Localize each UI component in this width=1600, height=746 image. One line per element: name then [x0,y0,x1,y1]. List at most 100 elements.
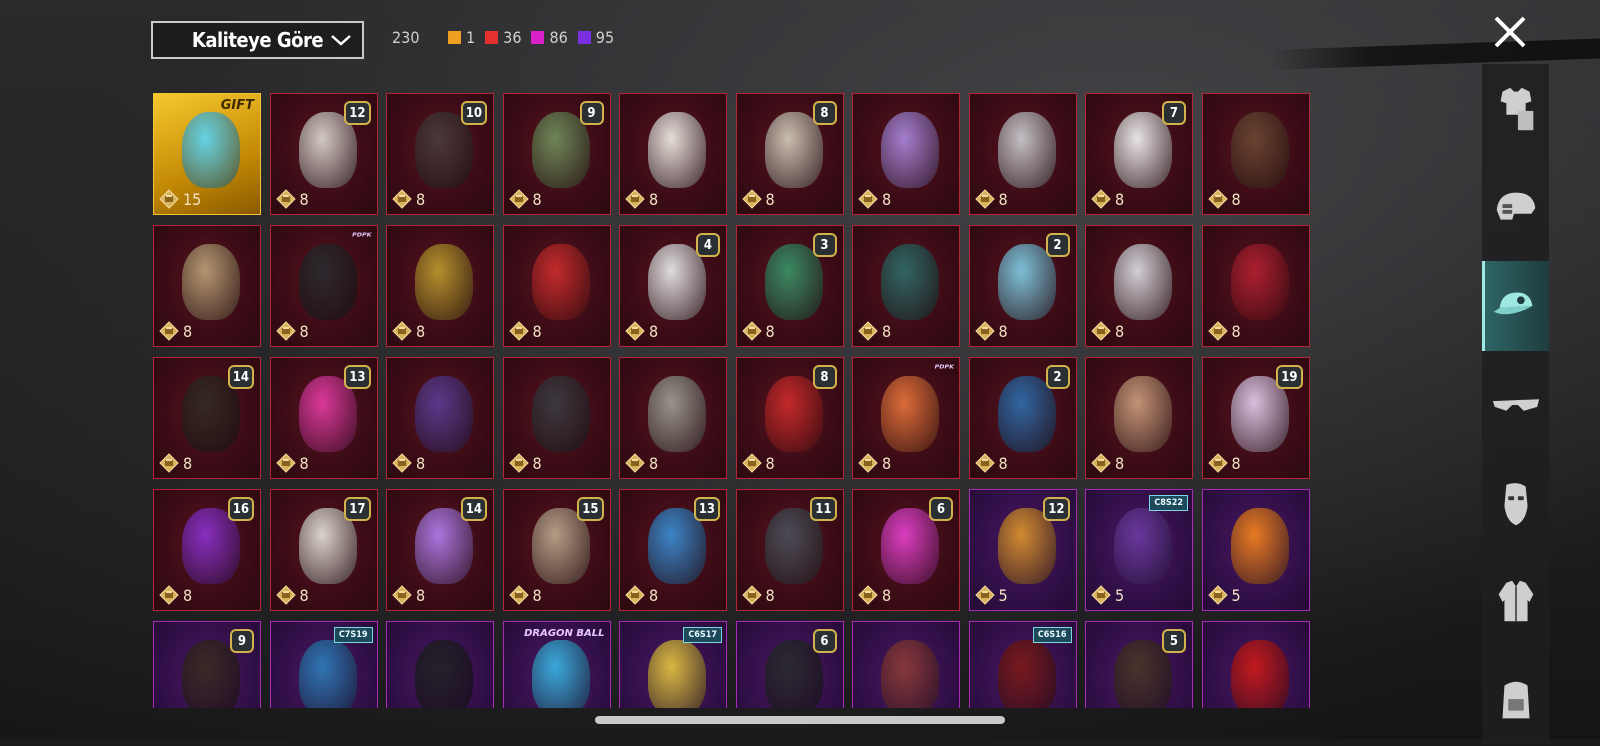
item-cost: 8 [975,189,1008,209]
level-badge: 13 [344,365,371,389]
item-tile[interactable]: 88 [735,357,844,479]
sort-dropdown[interactable]: Kaliteye Göre [151,21,364,59]
item-tile[interactable]: 38 [735,225,844,347]
item-tile[interactable]: 28 [968,357,1077,479]
level-badge: 6 [929,497,953,521]
item-tile[interactable]: 13 8 [269,357,378,479]
item-cost-value: 8 [183,453,193,473]
item-tile[interactable] [852,621,960,708]
item-cost-value: 15 [183,189,202,209]
item-image [648,376,706,452]
coin-icon [392,189,412,209]
item-tile[interactable]: 28 [968,225,1077,347]
item-cost-value: 8 [998,321,1008,341]
item-cost: 8 [742,585,775,605]
item-cost: 8 [159,321,192,341]
item-image [531,112,590,188]
coin-icon [1091,585,1111,605]
item-tile[interactable]: 12 8 [269,93,378,215]
item-tile[interactable]: 8 [1201,93,1310,215]
coin-icon [276,453,296,473]
item-tile[interactable]: 48 [619,225,727,347]
outfit-tab[interactable] [1482,64,1549,154]
item-tile[interactable]: 8 [619,357,727,479]
item-tile[interactable]: 88 [735,93,844,215]
item-tile[interactable]: 13 8 [619,489,727,611]
close-icon[interactable] [1490,12,1530,52]
item-image [415,244,473,320]
item-cost-value: 8 [1231,453,1241,473]
item-tile[interactable]: C6S16 [968,621,1077,708]
item-tile[interactable]: 8 [1085,357,1193,479]
item-tile[interactable]: 78 [1085,93,1193,215]
item-tile[interactable]: GIFT 15 [153,93,261,215]
eyewear-tab[interactable] [1482,360,1549,450]
item-tile[interactable]: 8 [502,225,611,347]
item-tile[interactable]: C6S17 [619,621,727,708]
quality-count-value: 95 [595,28,615,47]
item-tile[interactable]: 68 [852,489,960,611]
item-tile[interactable]: 16 8 [153,489,261,611]
item-grid[interactable]: GIFT 15 12 8 10 8 9 8 8 8 8 8 8 7 8 8 8 ᴾᴰᴾᴷ 8 8 8 4 8 3 8 8 2 8 8 8 1… [153,93,1313,708]
item-tile[interactable]: 17 8 [269,489,378,611]
item-tile[interactable]: ᴾᴰᴾᴷ 8 [852,357,960,479]
item-cost-value: 8 [416,585,426,605]
item-cost-value: 8 [649,189,659,209]
level-badge: 11 [810,497,837,521]
coin-icon [742,453,762,473]
item-tile[interactable]: 8 [1085,225,1193,347]
item-tile[interactable]: ᴾᴰᴾᴷ 8 [269,225,378,347]
item-tile[interactable]: 5 [1085,621,1193,708]
helmet-tab[interactable] [1482,163,1549,253]
item-tile[interactable]: 10 8 [386,93,494,215]
item-tile[interactable]: C8S22 5 [1085,489,1193,611]
item-cost: 8 [1208,189,1241,209]
jacket-tab[interactable] [1482,557,1549,647]
item-tile[interactable]: 8 [153,225,261,347]
item-tile[interactable]: 14 8 [153,357,261,479]
level-badge: 2 [1045,233,1070,257]
horizontal-scrollbar[interactable] [595,716,1005,724]
item-cost-value: 8 [649,453,659,473]
item-tile[interactable]: 8 [1201,225,1310,347]
item-tile[interactable]: C7S19 [269,621,378,708]
sort-dropdown-label: Kaliteye Göre [191,28,324,52]
item-tile[interactable]: 9 [153,621,261,708]
item-cost: 8 [392,585,425,605]
item-tile[interactable] [1201,621,1310,708]
item-tile[interactable]: DRAGON BALL [502,621,611,708]
item-tile[interactable]: 8 [852,225,960,347]
item-tile[interactable]: 14 8 [386,489,494,611]
level-badge: 6 [812,629,837,653]
backpack-tab[interactable] [1482,656,1549,746]
item-tile[interactable]: 5 [1201,489,1310,611]
item-image [415,640,473,708]
headwear-tab[interactable] [1482,261,1549,351]
item-cost-value: 8 [1115,189,1125,209]
item-tile[interactable]: 8 [386,357,494,479]
item-tile[interactable]: 15 8 [502,489,611,611]
item-tile[interactable]: 8 [852,93,960,215]
item-image [881,112,939,188]
coin-icon [159,585,179,605]
item-tile[interactable]: 12 5 [968,489,1077,611]
item-tile[interactable]: 8 [619,93,727,215]
quality-count-value: 86 [549,28,568,47]
item-tile[interactable]: 19 8 [1201,357,1310,479]
coin-icon [509,585,529,605]
item-cost: 8 [509,585,542,605]
item-tile[interactable]: 11 8 [735,489,844,611]
item-tile[interactable]: 8 [386,225,494,347]
item-tile[interactable]: 8 [968,93,1077,215]
item-tile[interactable]: 98 [502,93,611,215]
item-tile[interactable]: 6 [735,621,844,708]
coin-icon [625,585,645,605]
mask-tab[interactable] [1482,459,1549,549]
item-cost: 8 [276,189,309,209]
item-tile[interactable]: 8 [502,357,611,479]
coin-icon [276,585,296,605]
coin-icon [975,321,995,341]
item-cost: 8 [975,453,1008,473]
coin-icon [276,189,296,209]
item-tile[interactable] [386,621,494,708]
